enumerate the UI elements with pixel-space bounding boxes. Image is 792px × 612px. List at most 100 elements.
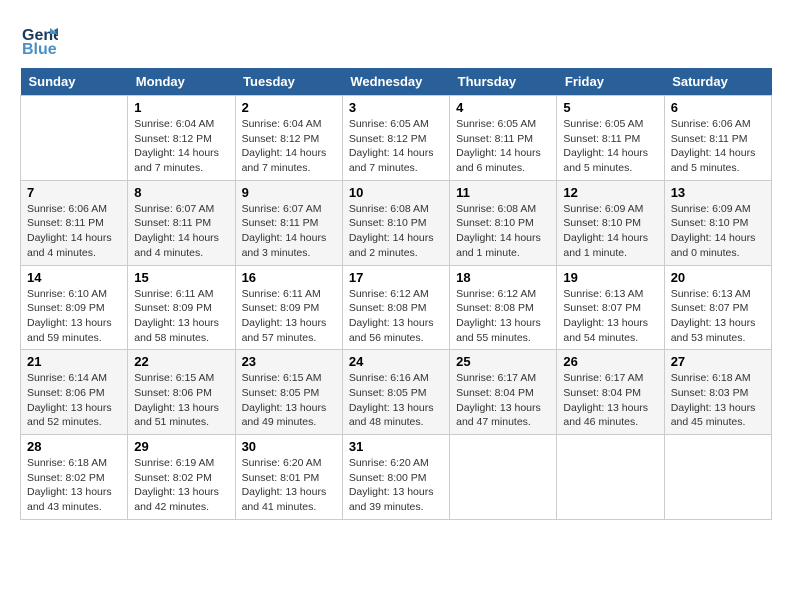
calendar-cell: 25Sunrise: 6:17 AM Sunset: 8:04 PM Dayli… [450, 350, 557, 435]
page-header: General Blue [20, 20, 772, 58]
day-number: 27 [671, 354, 765, 369]
day-number: 31 [349, 439, 443, 454]
day-info: Sunrise: 6:04 AM Sunset: 8:12 PM Dayligh… [134, 117, 228, 176]
day-number: 22 [134, 354, 228, 369]
day-info: Sunrise: 6:17 AM Sunset: 8:04 PM Dayligh… [563, 371, 657, 430]
calendar-cell: 20 Sunrise: 6:13 AM Sunset: 8:07 PM Dayli… [664, 265, 771, 350]
day-number: 4 [456, 100, 550, 115]
calendar-cell: 7Sunrise: 6:06 AM Sunset: 8:11 PM Daylig… [21, 180, 128, 265]
calendar-cell: 18 Sunrise: 6:12 AM Sunset: 8:08 PM Dayli… [450, 265, 557, 350]
weekday-header-row: SundayMondayTuesdayWednesdayThursdayFrid… [21, 68, 772, 96]
weekday-tuesday: Tuesday [235, 68, 342, 96]
calendar-cell: 28 Sunrise: 6:18 AM Sunset: 8:02 PM Dayli… [21, 435, 128, 520]
calendar-cell: 9 Sunrise: 6:07 AM Sunset: 8:11 PM Daylig… [235, 180, 342, 265]
day-number: 17 [349, 270, 443, 285]
day-info: Sunrise: 6:20 AM Sunset: 8:00 PM Dayligh… [349, 456, 443, 515]
day-number: 23 [242, 354, 336, 369]
day-info: Sunrise: 6:18 AM Sunset: 8:02 PM Dayligh… [27, 456, 121, 515]
day-info: Sunrise: 6:11 AM Sunset: 8:09 PM Dayligh… [134, 287, 228, 346]
day-info: Sunrise: 6:08 AM Sunset: 8:10 PM Dayligh… [456, 202, 550, 261]
day-info: Sunrise: 6:14 AM Sunset: 8:06 PM Dayligh… [27, 371, 121, 430]
day-number: 12 [563, 185, 657, 200]
day-info: Sunrise: 6:10 AM Sunset: 8:09 PM Dayligh… [27, 287, 121, 346]
day-info: Sunrise: 6:07 AM Sunset: 8:11 PM Dayligh… [242, 202, 336, 261]
day-number: 29 [134, 439, 228, 454]
calendar-cell: 2 Sunrise: 6:04 AM Sunset: 8:12 PM Daylig… [235, 96, 342, 181]
calendar-cell: 13 Sunrise: 6:09 AM Sunset: 8:10 PM Dayli… [664, 180, 771, 265]
calendar-cell: 4 Sunrise: 6:05 AM Sunset: 8:11 PM Daylig… [450, 96, 557, 181]
day-number: 13 [671, 185, 765, 200]
weekday-wednesday: Wednesday [342, 68, 449, 96]
logo-icon: General Blue [20, 20, 58, 58]
day-number: 2 [242, 100, 336, 115]
day-number: 11 [456, 185, 550, 200]
weekday-sunday: Sunday [21, 68, 128, 96]
day-number: 25 [456, 354, 550, 369]
weekday-thursday: Thursday [450, 68, 557, 96]
day-info: Sunrise: 6:05 AM Sunset: 8:12 PM Dayligh… [349, 117, 443, 176]
day-info: Sunrise: 6:20 AM Sunset: 8:01 PM Dayligh… [242, 456, 336, 515]
day-info: Sunrise: 6:15 AM Sunset: 8:06 PM Dayligh… [134, 371, 228, 430]
day-number: 16 [242, 270, 336, 285]
day-number: 24 [349, 354, 443, 369]
calendar-cell: 11 Sunrise: 6:08 AM Sunset: 8:10 PM Dayli… [450, 180, 557, 265]
day-number: 1 [134, 100, 228, 115]
calendar-cell [557, 435, 664, 520]
day-info: Sunrise: 6:04 AM Sunset: 8:12 PM Dayligh… [242, 117, 336, 176]
day-info: Sunrise: 6:05 AM Sunset: 8:11 PM Dayligh… [456, 117, 550, 176]
day-number: 18 [456, 270, 550, 285]
calendar-cell: 3 Sunrise: 6:05 AM Sunset: 8:12 PM Daylig… [342, 96, 449, 181]
day-number: 14 [27, 270, 121, 285]
day-info: Sunrise: 6:13 AM Sunset: 8:07 PM Dayligh… [563, 287, 657, 346]
day-info: Sunrise: 6:06 AM Sunset: 8:11 PM Dayligh… [671, 117, 765, 176]
calendar-cell: 30 Sunrise: 6:20 AM Sunset: 8:01 PM Dayli… [235, 435, 342, 520]
calendar-cell: 22 Sunrise: 6:15 AM Sunset: 8:06 PM Dayli… [128, 350, 235, 435]
day-number: 7 [27, 185, 121, 200]
calendar-cell [450, 435, 557, 520]
calendar-cell: 10Sunrise: 6:08 AM Sunset: 8:10 PM Dayli… [342, 180, 449, 265]
calendar-cell: 21Sunrise: 6:14 AM Sunset: 8:06 PM Dayli… [21, 350, 128, 435]
day-info: Sunrise: 6:16 AM Sunset: 8:05 PM Dayligh… [349, 371, 443, 430]
calendar-cell: 6 Sunrise: 6:06 AM Sunset: 8:11 PM Daylig… [664, 96, 771, 181]
day-number: 19 [563, 270, 657, 285]
day-number: 15 [134, 270, 228, 285]
calendar-cell: 12 Sunrise: 6:09 AM Sunset: 8:10 PM Dayli… [557, 180, 664, 265]
day-number: 3 [349, 100, 443, 115]
day-number: 30 [242, 439, 336, 454]
calendar-cell: 19 Sunrise: 6:13 AM Sunset: 8:07 PM Dayli… [557, 265, 664, 350]
day-number: 28 [27, 439, 121, 454]
day-info: Sunrise: 6:11 AM Sunset: 8:09 PM Dayligh… [242, 287, 336, 346]
calendar-cell [664, 435, 771, 520]
calendar-cell: 16 Sunrise: 6:11 AM Sunset: 8:09 PM Dayli… [235, 265, 342, 350]
day-number: 6 [671, 100, 765, 115]
calendar-header: SundayMondayTuesdayWednesdayThursdayFrid… [21, 68, 772, 96]
weekday-monday: Monday [128, 68, 235, 96]
calendar-cell: 15 Sunrise: 6:11 AM Sunset: 8:09 PM Dayli… [128, 265, 235, 350]
day-info: Sunrise: 6:08 AM Sunset: 8:10 PM Dayligh… [349, 202, 443, 261]
day-info: Sunrise: 6:19 AM Sunset: 8:02 PM Dayligh… [134, 456, 228, 515]
day-number: 26 [563, 354, 657, 369]
day-number: 20 [671, 270, 765, 285]
day-info: Sunrise: 6:13 AM Sunset: 8:07 PM Dayligh… [671, 287, 765, 346]
calendar-cell [21, 96, 128, 181]
logo: General Blue [20, 20, 62, 58]
weekday-friday: Friday [557, 68, 664, 96]
day-info: Sunrise: 6:05 AM Sunset: 8:11 PM Dayligh… [563, 117, 657, 176]
calendar-cell: 1 Sunrise: 6:04 AM Sunset: 8:12 PM Daylig… [128, 96, 235, 181]
svg-text:Blue: Blue [22, 41, 57, 58]
day-number: 5 [563, 100, 657, 115]
day-info: Sunrise: 6:12 AM Sunset: 8:08 PM Dayligh… [456, 287, 550, 346]
day-info: Sunrise: 6:18 AM Sunset: 8:03 PM Dayligh… [671, 371, 765, 430]
day-info: Sunrise: 6:09 AM Sunset: 8:10 PM Dayligh… [563, 202, 657, 261]
calendar-body: 1 Sunrise: 6:04 AM Sunset: 8:12 PM Daylig… [21, 96, 772, 520]
day-info: Sunrise: 6:09 AM Sunset: 8:10 PM Dayligh… [671, 202, 765, 261]
calendar-table: SundayMondayTuesdayWednesdayThursdayFrid… [20, 68, 772, 520]
day-number: 8 [134, 185, 228, 200]
week-row-4: 28 Sunrise: 6:18 AM Sunset: 8:02 PM Dayli… [21, 435, 772, 520]
calendar-cell: 5 Sunrise: 6:05 AM Sunset: 8:11 PM Daylig… [557, 96, 664, 181]
day-info: Sunrise: 6:07 AM Sunset: 8:11 PM Dayligh… [134, 202, 228, 261]
calendar-cell: 27 Sunrise: 6:18 AM Sunset: 8:03 PM Dayli… [664, 350, 771, 435]
day-number: 9 [242, 185, 336, 200]
calendar-cell: 31 Sunrise: 6:20 AM Sunset: 8:00 PM Dayli… [342, 435, 449, 520]
week-row-3: 21Sunrise: 6:14 AM Sunset: 8:06 PM Dayli… [21, 350, 772, 435]
